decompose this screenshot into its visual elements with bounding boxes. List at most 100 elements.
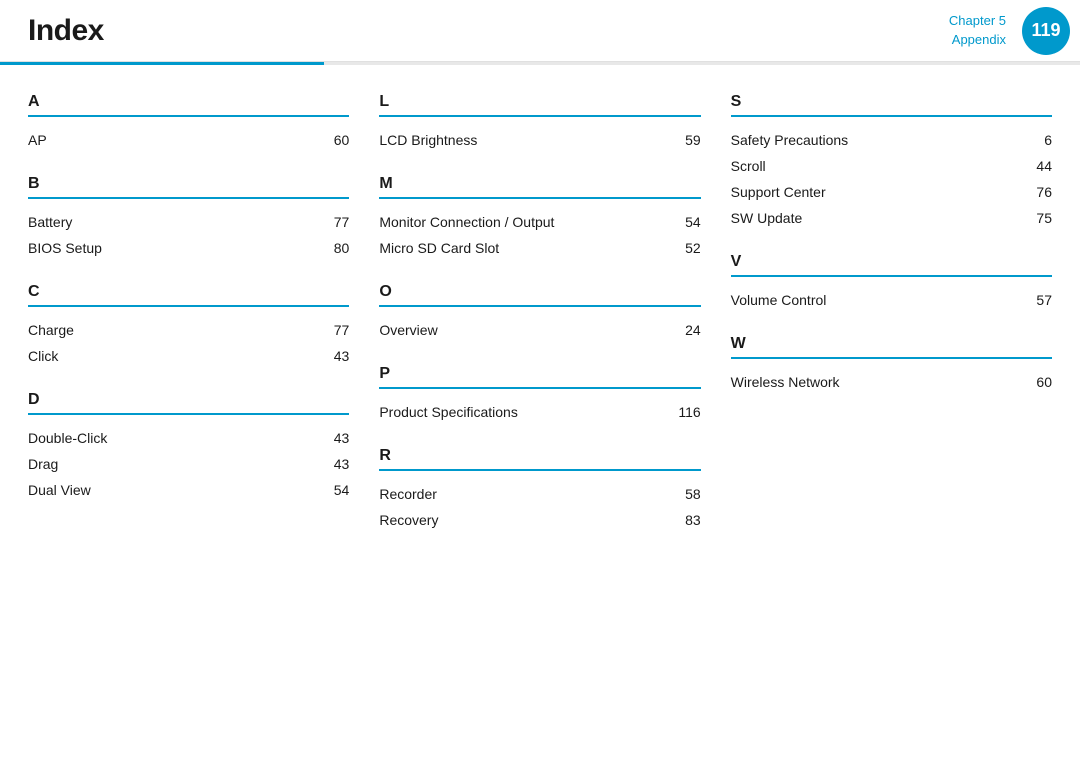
entry-page: 54 (319, 482, 349, 498)
section-C: C Charge 77 Click 43 (28, 283, 349, 369)
entry-page: 116 (671, 404, 701, 420)
section-divider (379, 469, 700, 471)
section-L: L LCD Brightness 59 (379, 93, 700, 153)
entry-page: 24 (671, 322, 701, 338)
page-title: Index (28, 14, 104, 48)
section-O: O Overview 24 (379, 283, 700, 343)
index-entry: Volume Control57 (731, 287, 1052, 313)
entry-name: Monitor Connection / Output (379, 214, 554, 230)
section-letter: R (379, 447, 700, 465)
section-B: B Battery 77 BIOS Setup 80 (28, 175, 349, 261)
index-entry: Product Specifications116 (379, 399, 700, 425)
section-divider (731, 357, 1052, 359)
index-entry: Overview 24 (379, 317, 700, 343)
index-entry: Dual View 54 (28, 477, 349, 503)
index-entry: Drag 43 (28, 451, 349, 477)
chapter-label: Chapter 5 (949, 12, 1006, 30)
section-divider (28, 413, 349, 415)
section-letter: A (28, 93, 349, 111)
index-entry: Charge 77 (28, 317, 349, 343)
entry-name: Overview (379, 322, 437, 338)
entry-page: 83 (671, 512, 701, 528)
entry-page: 54 (671, 214, 701, 230)
section-letter: P (379, 365, 700, 383)
entry-name: Micro SD Card Slot (379, 240, 499, 256)
section-divider (379, 197, 700, 199)
section-divider (379, 387, 700, 389)
entry-page: 60 (319, 132, 349, 148)
header-right: Chapter 5 Appendix 119 (949, 0, 1080, 61)
entry-name: Support Center (731, 184, 826, 200)
section-letter: S (731, 93, 1052, 111)
header: Index Chapter 5 Appendix 119 (0, 0, 1080, 62)
section-letter: B (28, 175, 349, 193)
section-M: M Monitor Connection / Output 54 Micro SD C… (379, 175, 700, 261)
index-entry: SW Update 75 (731, 205, 1052, 231)
entry-name: SW Update (731, 210, 803, 226)
entry-name: Wireless Network (731, 374, 840, 390)
chapter-info: Chapter 5 Appendix (949, 12, 1022, 48)
section-R: R Recorder58 Recovery 83 (379, 447, 700, 533)
column-0: A AP 60 B Battery 77 BIOS Setup 80 C Charge 77 Clic… (28, 93, 379, 555)
entry-page: 77 (319, 322, 349, 338)
entry-page: 59 (671, 132, 701, 148)
section-D: D Double-Click43 Drag 43 Dual View 54 (28, 391, 349, 503)
index-entry: AP 60 (28, 127, 349, 153)
index-entry: Support Center 76 (731, 179, 1052, 205)
entry-page: 43 (319, 456, 349, 472)
section-letter: V (731, 253, 1052, 271)
entry-page: 76 (1022, 184, 1052, 200)
section-A: A AP 60 (28, 93, 349, 153)
entry-page: 58 (671, 486, 701, 502)
index-entry: BIOS Setup 80 (28, 235, 349, 261)
entry-page: 52 (671, 240, 701, 256)
index-entry: Recorder58 (379, 481, 700, 507)
section-V: V Volume Control57 (731, 253, 1052, 313)
index-entry: LCD Brightness 59 (379, 127, 700, 153)
column-2: S Safety Precautions 6 Scroll 44 Support Cent… (731, 93, 1052, 555)
index-entry: Battery 77 (28, 209, 349, 235)
index-entry: Recovery 83 (379, 507, 700, 533)
index-entry: Safety Precautions 6 (731, 127, 1052, 153)
entry-page: 57 (1022, 292, 1052, 308)
entry-page: 44 (1022, 158, 1052, 174)
page-badge: 119 (1022, 7, 1070, 55)
index-entry: Scroll 44 (731, 153, 1052, 179)
entry-page: 43 (319, 348, 349, 364)
entry-name: Drag (28, 456, 58, 472)
entry-name: Click (28, 348, 58, 364)
section-divider (731, 115, 1052, 117)
entry-name: Battery (28, 214, 72, 230)
section-divider (28, 197, 349, 199)
section-W: W Wireless Network 60 (731, 335, 1052, 395)
entry-name: BIOS Setup (28, 240, 102, 256)
section-letter: L (379, 93, 700, 111)
index-entry: Micro SD Card Slot 52 (379, 235, 700, 261)
entry-name: AP (28, 132, 47, 148)
index-entry: Double-Click43 (28, 425, 349, 451)
section-letter: D (28, 391, 349, 409)
entry-name: Safety Precautions (731, 132, 849, 148)
entry-page: 80 (319, 240, 349, 256)
section-divider (379, 115, 700, 117)
entry-page: 60 (1022, 374, 1052, 390)
section-letter: O (379, 283, 700, 301)
entry-name: Double-Click (28, 430, 107, 446)
entry-page: 75 (1022, 210, 1052, 226)
section-divider (379, 305, 700, 307)
entry-name: Dual View (28, 482, 91, 498)
entry-name: LCD Brightness (379, 132, 477, 148)
entry-page: 77 (319, 214, 349, 230)
entry-name: Scroll (731, 158, 766, 174)
section-letter: W (731, 335, 1052, 353)
section-divider (731, 275, 1052, 277)
section-letter: C (28, 283, 349, 301)
section-divider (28, 305, 349, 307)
entry-name: Charge (28, 322, 74, 338)
entry-name: Recovery (379, 512, 438, 528)
index-entry: Wireless Network 60 (731, 369, 1052, 395)
section-divider (28, 115, 349, 117)
section-letter: M (379, 175, 700, 193)
entry-page: 6 (1022, 132, 1052, 148)
index-entry: Monitor Connection / Output 54 (379, 209, 700, 235)
